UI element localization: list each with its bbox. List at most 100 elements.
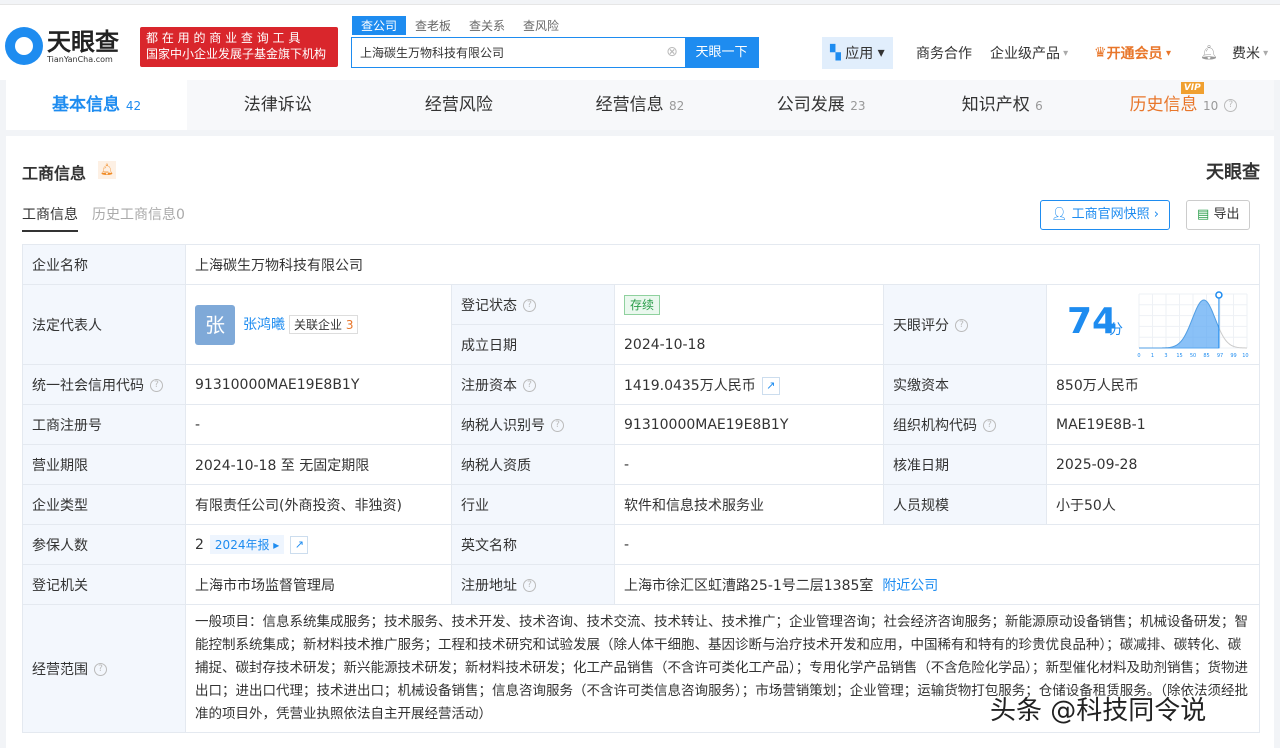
registered-address: 上海市徐汇区虹漕路25-1号二层1385室 附近公司 <box>614 564 1260 605</box>
trend-chart-icon[interactable]: ↗ <box>290 536 309 554</box>
export-button[interactable]: ▤ 导出 <box>1186 200 1251 230</box>
tax-qualification: - <box>614 444 884 485</box>
label: 企业名称 <box>22 244 186 285</box>
help-icon[interactable]: ? <box>551 419 564 432</box>
logo-domain: TianYanCha.com <box>47 54 113 64</box>
tick-label: 0 <box>1137 353 1140 359</box>
tab-label: 法律诉讼 <box>243 95 312 115</box>
tab-count: 23 <box>850 99 866 113</box>
bell-icon[interactable]: 🔔︎ <box>1200 37 1218 69</box>
tick-label: 99 <box>1230 353 1236 359</box>
top-bar: 天眼查 TianYanCha.com 都 在 用 的 商 业 查 询 工 具国家中… <box>0 4 1280 80</box>
apps-menu[interactable]: ▚ 应用 ▾ <box>822 37 893 69</box>
watermark: 头条 @科技同令说 <box>990 696 1207 726</box>
tab-risk[interactable]: 经营风险 <box>368 80 549 130</box>
label: 纳税人资质 <box>451 444 615 485</box>
avatar: 张 <box>195 304 235 345</box>
label-text: 统一社会信用代码 <box>32 377 144 394</box>
trend-chart-icon[interactable]: ↗ <box>761 376 780 395</box>
section-title: 工商信息 <box>22 164 87 183</box>
related-companies-button[interactable]: 关联企业 3 <box>289 314 359 334</box>
user-menu[interactable]: 费米 ▾ <box>1232 37 1268 69</box>
label-text: 登记状态 <box>461 297 517 314</box>
search-tab-company[interactable]: 查公司 <box>352 16 407 35</box>
export-label: 导出 <box>1213 207 1240 222</box>
business-term: 2024-10-18 至 无固定期限 <box>185 444 452 485</box>
crown-icon: ♛ <box>1094 45 1107 61</box>
score-cell[interactable]: 74分 0131550859799100 <box>1046 284 1260 365</box>
help-icon[interactable]: ? <box>94 663 107 676</box>
tick-label: 97 <box>1217 353 1223 359</box>
slogan-banner[interactable]: 都 在 用 的 商 业 查 询 工 具国家中小企业发展子基金旗下机构 <box>140 27 338 67</box>
help-icon[interactable]: ? <box>983 419 996 432</box>
logo[interactable]: 天眼查 TianYanCha.com <box>5 27 119 65</box>
vip-menu[interactable]: ♛ 开通会员 ▾ <box>1094 37 1171 69</box>
legal-rep-link[interactable]: 张鸿曦 <box>243 317 285 333</box>
label: 成立日期 <box>451 324 615 365</box>
tab-count: 6 <box>1035 99 1043 113</box>
approval-date: 2025-09-28 <box>1046 444 1260 485</box>
search-tab-risk[interactable]: 查风险 <box>514 16 568 35</box>
tab-label: 知识产权 <box>961 95 1030 115</box>
label: 注册资本? <box>451 364 615 405</box>
registered-capital: 1419.0435万人民币 ↗ <box>614 364 884 405</box>
tab-development[interactable]: 公司发展 23 <box>731 80 912 130</box>
label: 纳税人识别号? <box>451 404 615 445</box>
search-tab-boss[interactable]: 查老板 <box>406 16 460 35</box>
help-icon[interactable]: ? <box>150 379 163 392</box>
label: 统一社会信用代码? <box>22 364 186 405</box>
industry: 软件和信息技术服务业 <box>614 484 884 525</box>
tab-ip[interactable]: 知识产权 6 <box>912 80 1093 130</box>
tab-operation[interactable]: 经营信息 82 <box>549 80 730 130</box>
address-value: 上海市徐汇区虹漕路25-1号二层1385室 <box>624 577 874 594</box>
label: 实缴资本 <box>883 364 1047 405</box>
search-button[interactable]: 天眼一下 <box>685 38 758 67</box>
biz-label: 商务合作 <box>916 46 972 62</box>
label: 法定代表人 <box>22 284 186 365</box>
slogan-2: 国家中小企业发展子基金旗下机构 <box>146 47 327 61</box>
label: 登记机关 <box>22 564 186 605</box>
help-icon[interactable]: ? <box>523 579 536 592</box>
tab-count: 10 <box>1202 99 1219 113</box>
tab-legal[interactable]: 法律诉讼 <box>187 80 368 130</box>
tab-history[interactable]: VIP 历史信息 10? <box>1093 80 1274 130</box>
score-marker-pin <box>1215 291 1223 299</box>
nearby-companies-link[interactable]: 附近公司 <box>882 578 938 594</box>
search-tab-relation[interactable]: 查关系 <box>460 16 514 35</box>
label: 英文名称 <box>451 524 615 565</box>
clear-icon[interactable]: ⊗ <box>659 38 685 67</box>
grid-icon: ▚ <box>830 45 846 61</box>
help-icon[interactable]: ? <box>523 379 536 392</box>
status: 存续 <box>614 284 884 325</box>
help-icon[interactable]: ? <box>955 319 968 332</box>
biz-link[interactable]: 商务合作 <box>916 37 972 69</box>
legal-rep: 张张鸿曦 关联企业 3 <box>185 284 452 365</box>
label: 营业期限 <box>22 444 186 485</box>
label: 天眼评分? <box>883 284 1047 365</box>
tab-basic[interactable]: 基本信息 42 <box>6 80 188 130</box>
label-text: 注册地址 <box>461 577 517 594</box>
help-icon[interactable]: ? <box>523 299 536 312</box>
help-icon[interactable]: ? <box>1224 98 1238 112</box>
snapshot-button[interactable]: 👤︎ 工商官网快照 › <box>1040 200 1170 230</box>
user-name: 费米 <box>1232 46 1260 62</box>
tab-label: 经营风险 <box>424 95 493 115</box>
slogan-1: 都 在 用 的 商 业 查 询 工 具 <box>146 31 301 45</box>
brand-logo: 天眼查 <box>1206 162 1260 183</box>
subtab-history[interactable]: 历史工商信息0 <box>92 204 185 232</box>
enterprise-menu[interactable]: 企业级产品 ▾ <box>990 37 1068 69</box>
apps-label: 应用 <box>845 46 874 62</box>
excel-icon: ▤ <box>1197 207 1210 222</box>
staff-size: 小于50人 <box>1046 484 1260 525</box>
subtab-business[interactable]: 工商信息 <box>22 204 78 232</box>
annual-report-link[interactable]: 2024年报 ▸ <box>209 535 285 554</box>
search-input[interactable] <box>352 38 659 67</box>
tab-label: 历史信息 <box>1129 95 1198 115</box>
subscribe-bell-icon[interactable]: 🔔︎ <box>98 161 116 179</box>
label: 企业类型 <box>22 484 186 525</box>
tick-label: 15 <box>1176 353 1182 359</box>
credit-code: 91310000MAE19E8B1Y <box>185 364 452 405</box>
year-label: 2024年报 <box>214 538 270 552</box>
score-distribution-chart: 0 1 3 15 50 85 97 99 100 <box>1137 291 1249 359</box>
logo-text: 天眼查 <box>47 27 119 56</box>
